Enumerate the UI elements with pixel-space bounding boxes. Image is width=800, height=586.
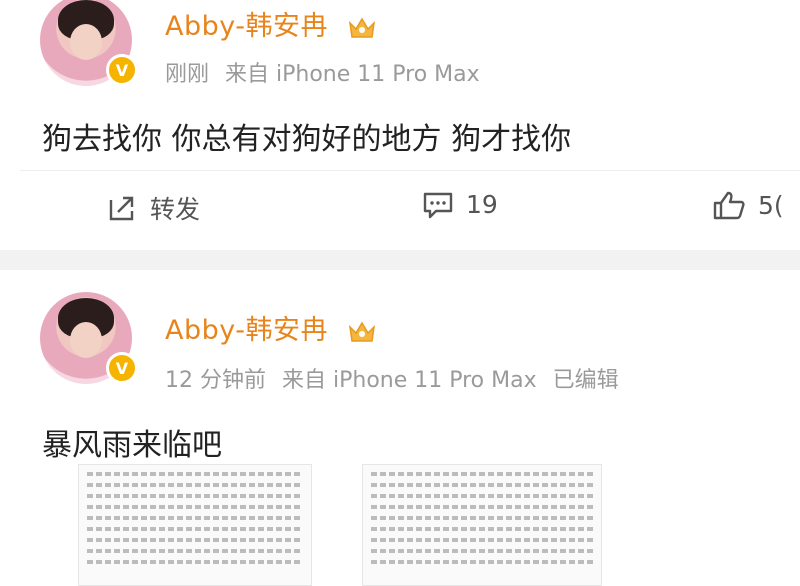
post-1: V Abby-韩安冉 刚刚 来自 iPhone 11 Pro Max 狗去找你 你… <box>0 0 800 255</box>
like-count: 5( <box>758 190 784 220</box>
post-meta: 刚刚 来自 iPhone 11 Pro Max <box>165 56 496 88</box>
avatar-face <box>70 24 102 60</box>
divider <box>20 170 800 171</box>
repost-label: 转发 <box>150 195 201 224</box>
verified-v-icon: V <box>106 352 138 384</box>
repost-button[interactable]: 转发 <box>108 190 200 226</box>
username[interactable]: Abby-韩安冉 <box>165 308 377 347</box>
username-text[interactable]: Abby-韩安冉 <box>165 315 328 346</box>
post-source: 来自 iPhone 11 Pro Max <box>225 62 480 87</box>
avatar[interactable]: V <box>40 0 138 86</box>
edited-label: 已编辑 <box>552 368 619 393</box>
avatar-face <box>70 322 102 358</box>
repost-icon <box>109 196 134 221</box>
crown-icon <box>349 17 376 38</box>
post-time: 刚刚 <box>165 62 210 87</box>
crown-icon <box>349 321 376 342</box>
post-actions: 转发 19 5( <box>0 176 800 246</box>
avatar[interactable]: V <box>40 292 138 384</box>
post-separator <box>0 250 800 270</box>
image-thumbnail-1[interactable] <box>78 464 312 586</box>
like-button[interactable]: 5( <box>712 190 784 220</box>
comment-icon <box>423 192 453 218</box>
comment-count: 19 <box>466 190 498 219</box>
post-meta: 12 分钟前 来自 iPhone 11 Pro Max 已编辑 <box>165 362 635 394</box>
post-text: 狗去找你 你总有对狗好的地方 狗才找你 <box>42 122 572 157</box>
like-icon <box>713 191 745 220</box>
post-2: V Abby-韩安冉 12 分钟前 来自 iPhone 11 Pro Max 已编辑… <box>0 270 800 586</box>
username-text[interactable]: Abby-韩安冉 <box>165 11 328 42</box>
post-source: 来自 iPhone 11 Pro Max <box>282 368 537 393</box>
post-text: 暴风雨来临吧 <box>42 428 222 463</box>
comment-button[interactable]: 19 <box>422 190 498 219</box>
image-thumbnail-2[interactable] <box>362 464 602 586</box>
username[interactable]: Abby-韩安冉 <box>165 4 377 43</box>
post-time: 12 分钟前 <box>165 368 266 393</box>
verified-v-icon: V <box>106 54 138 86</box>
